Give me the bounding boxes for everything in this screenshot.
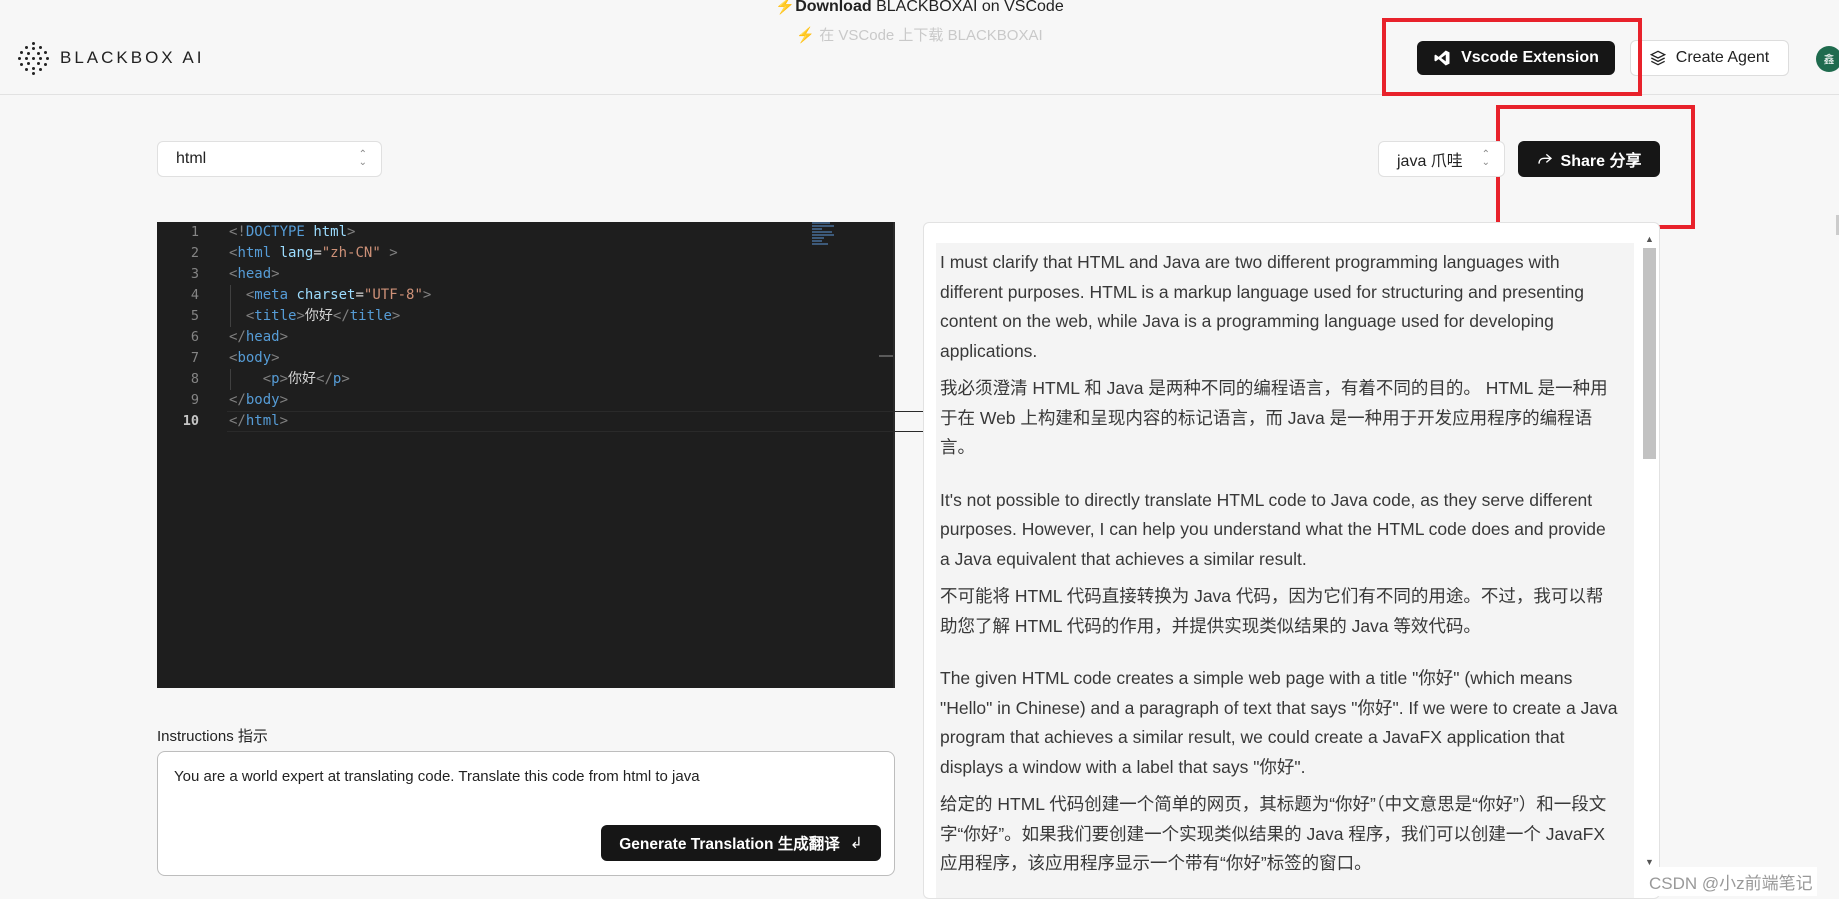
share-button[interactable]: Share 分享 [1518, 141, 1660, 177]
highlight-box-vscode [1382, 18, 1642, 96]
logo-text: BLACKBOX AI [60, 48, 205, 67]
target-language-select[interactable]: java 爪哇 ⌃ ⌄ [1378, 141, 1505, 177]
scroll-down-icon[interactable]: ▼ [1645, 857, 1654, 867]
code-line: 1 <!DOCTYPE html> [157, 222, 895, 243]
line-number: 10 [182, 413, 199, 429]
banner-rest: BLACKBOXAI on VSCode [871, 0, 1064, 15]
blackbox-logo-icon [18, 42, 50, 75]
chevron-updown-icon: ⌃ ⌄ [1481, 149, 1490, 168]
line-number: 3 [190, 266, 199, 282]
create-agent-button[interactable]: Create Agent [1630, 40, 1789, 76]
lightning-icon: ⚡ [796, 27, 816, 44]
instructions-label: Instructions 指示 [157, 728, 268, 745]
enter-key-icon: ↲ [849, 834, 863, 852]
code-line: 3 <head> [157, 264, 895, 285]
line-number: 8 [190, 371, 199, 387]
editor-minimap[interactable] [812, 222, 842, 248]
code-line: 7 <body> [157, 348, 895, 369]
banner-sub-text: 在 VSCode 上下载 BLACKBOXAI [819, 27, 1043, 44]
code-line: 10 </html> [157, 411, 895, 432]
line-number: 4 [190, 287, 199, 303]
output-paragraph: I must clarify that HTML and Java are tw… [940, 252, 1584, 361]
generate-translation-button[interactable]: Generate Translation 生成翻译 ↲ [601, 825, 881, 861]
lightning-icon: ⚡ [775, 0, 796, 15]
csdn-watermark: CSDN @小z前端笔记 [1645, 867, 1817, 896]
target-language-value: java 爪哇 [1397, 153, 1463, 170]
instructions-input[interactable]: You are a world expert at translating co… [157, 751, 895, 876]
code-line: 2 <html lang="zh-CN" > [157, 243, 895, 264]
line-number: 6 [190, 329, 199, 345]
output-paragraph: 我必须澄清 HTML 和 Java 是两种不同的编程语言，有着不同的目的。 HT… [940, 378, 1608, 457]
line-number: 7 [190, 350, 199, 366]
source-language-value: html [176, 150, 207, 167]
layers-icon [1649, 50, 1666, 66]
create-agent-label: Create Agent [1675, 49, 1770, 66]
output-paragraph: It's not possible to directly translate … [940, 489, 1606, 569]
share-label: Share 分享 [1560, 153, 1642, 170]
code-line: 5 <title>你好</title> [157, 306, 895, 327]
chevron-updown-icon: ⌃ ⌄ [358, 149, 367, 168]
editor-scrollbar-track[interactable] [893, 222, 895, 688]
share-icon [1537, 153, 1552, 164]
code-line: 4 <meta charset="UTF-8"> [157, 285, 895, 306]
source-language-select[interactable]: html ⌃ ⌄ [157, 141, 382, 177]
logo[interactable]: BLACKBOX AI [18, 42, 205, 75]
download-banner[interactable]: ⚡Download BLACKBOXAI on VSCode [0, 0, 1839, 20]
output-paragraph: 给定的 HTML 代码创建一个简单的网页，其标题为“你好”（中文意思是“你好”）… [940, 794, 1607, 873]
avatar[interactable]: 鑫 [1816, 46, 1839, 72]
line-number: 5 [190, 308, 199, 324]
line-number: 9 [190, 392, 199, 408]
code-line: 8 <p>你好</p> [157, 369, 895, 390]
line-number: 2 [190, 245, 199, 261]
output-paragraph: 不可能将 HTML 代码直接转换为 Java 代码，因为它们有不同的用途。不过，… [940, 586, 1604, 636]
instructions-text[interactable]: You are a world expert at translating co… [174, 768, 700, 785]
scroll-up-icon[interactable]: ▲ [1645, 234, 1654, 244]
output-paragraph: The given HTML code creates a simple web… [940, 668, 1618, 777]
output-scrollbar[interactable]: ▲ ▼ [1643, 234, 1657, 872]
output-scrollbar-thumb[interactable] [1643, 248, 1656, 459]
code-line: 9 </body> [157, 390, 895, 411]
code-editor[interactable]: 1 <!DOCTYPE html> 2 <html lang="zh-CN" > 3… [157, 222, 962, 688]
line-number: 1 [190, 224, 199, 240]
banner-bold: Download [795, 0, 872, 15]
code-line: 6 </head> [157, 327, 895, 348]
translation-output-text: I must clarify that HTML and Java are tw… [940, 248, 1620, 887]
generate-translation-label: Generate Translation 生成翻译 [619, 836, 840, 853]
